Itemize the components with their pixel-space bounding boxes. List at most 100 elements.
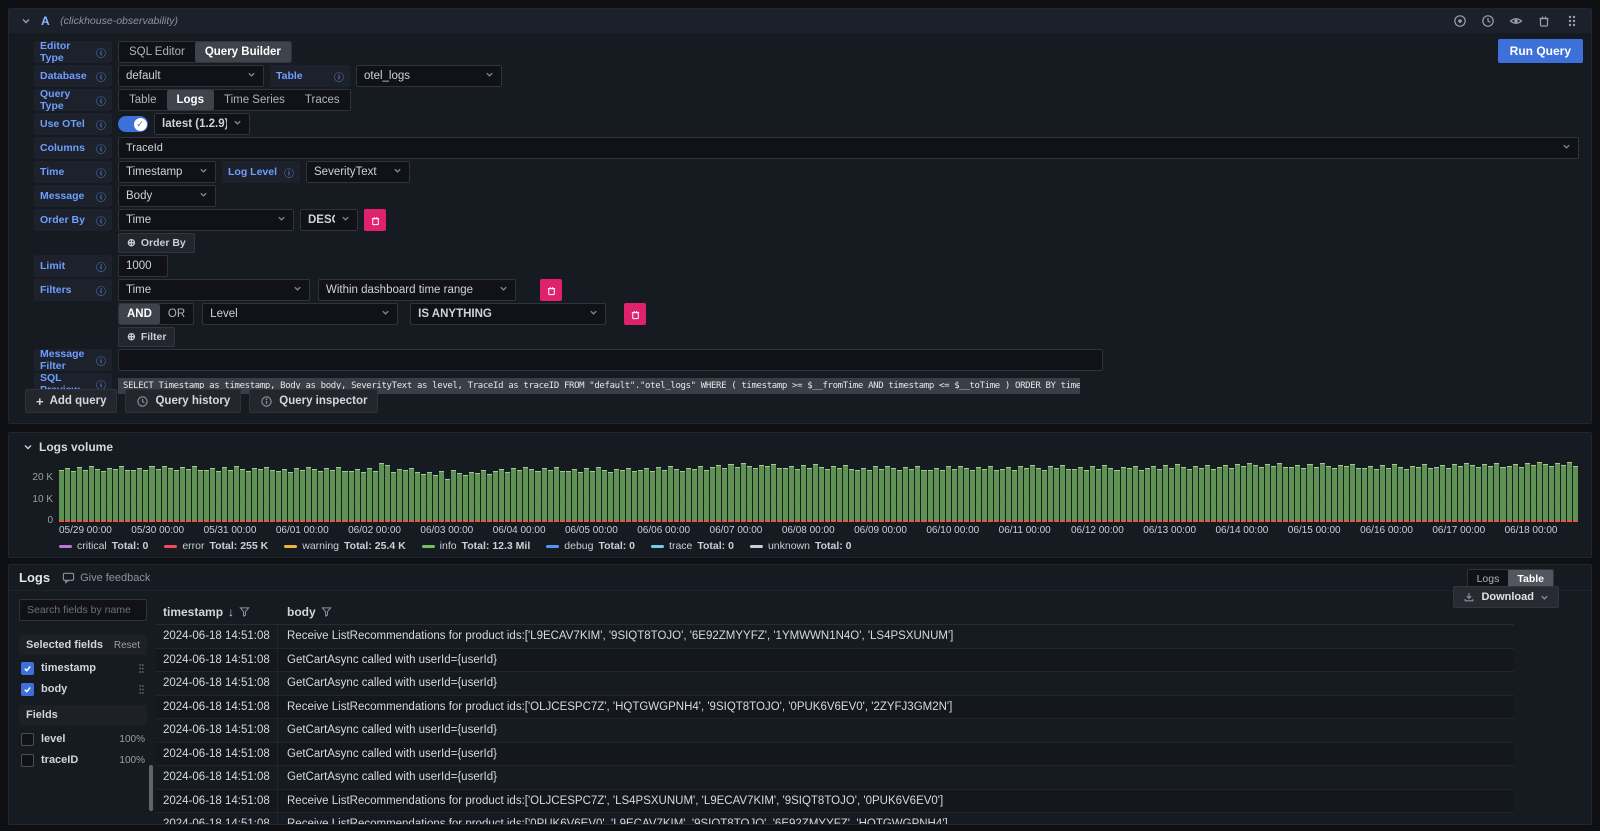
and-option[interactable]: AND bbox=[119, 304, 160, 324]
query-panel-footer: +Add query Query history Query inspector bbox=[25, 389, 378, 413]
volume-bar bbox=[324, 468, 329, 522]
log-level-select[interactable]: SeverityText bbox=[306, 161, 410, 183]
filter1-operator-select[interactable]: Within dashboard time range bbox=[318, 279, 516, 301]
table-select[interactable]: otel_logs bbox=[356, 65, 502, 87]
volume-bar bbox=[1392, 464, 1397, 522]
search-fields-input[interactable] bbox=[19, 599, 147, 621]
database-select[interactable]: default bbox=[118, 65, 264, 87]
legend-item-info[interactable]: infoTotal: 12.3 Mil bbox=[422, 540, 531, 552]
add-filter-button[interactable]: ⊕Filter bbox=[118, 327, 175, 347]
order-direction-select[interactable]: DESC bbox=[300, 209, 358, 231]
order-by-field-select[interactable]: Time bbox=[118, 209, 294, 231]
drag-handle-icon[interactable] bbox=[138, 684, 145, 695]
query-inspector-button[interactable]: Query inspector bbox=[249, 389, 378, 413]
add-query-button[interactable]: +Add query bbox=[25, 389, 117, 413]
database-row: Databaseⓘ default Tableⓘ otel_logs bbox=[34, 65, 1583, 87]
reset-button[interactable]: Reset bbox=[114, 640, 140, 651]
checkbox-unchecked-icon[interactable] bbox=[21, 754, 34, 767]
checkbox-unchecked-icon[interactable] bbox=[21, 733, 34, 746]
available-field-level[interactable]: level100% bbox=[19, 731, 147, 747]
table-row[interactable]: 2024-06-18 14:51:08GetCartAsync called w… bbox=[156, 649, 1514, 673]
filter-funnel-icon[interactable] bbox=[239, 606, 250, 617]
table-row[interactable]: 2024-06-18 14:51:08Receive ListRecommend… bbox=[156, 790, 1514, 814]
filter2-field-select[interactable]: Level bbox=[202, 303, 398, 325]
chart-legend: criticalTotal: 0 errorTotal: 255 K warning… bbox=[59, 540, 1577, 552]
give-feedback-link[interactable]: Give feedback bbox=[62, 571, 150, 584]
column-header-body[interactable]: body bbox=[278, 605, 332, 619]
selected-field-body[interactable]: body bbox=[19, 681, 147, 697]
tab-logs[interactable]: Logs bbox=[167, 90, 214, 110]
use-otel-label: Use OTelⓘ bbox=[34, 113, 112, 135]
tab-time-series[interactable]: Time Series bbox=[214, 90, 295, 110]
checkbox-checked-icon[interactable] bbox=[21, 662, 34, 675]
view-option-table[interactable]: Table bbox=[1508, 570, 1553, 587]
limit-input[interactable]: 1000 bbox=[118, 255, 168, 277]
query-history-button[interactable]: Query history bbox=[125, 389, 241, 413]
volume-bar bbox=[529, 469, 534, 522]
y-axis-tick: 20 K bbox=[23, 472, 53, 483]
drag-handle-icon[interactable] bbox=[1565, 14, 1579, 28]
tab-query-builder[interactable]: Query Builder bbox=[195, 42, 291, 62]
message-column-select[interactable]: Body bbox=[118, 185, 216, 207]
columns-multiselect[interactable]: TraceId bbox=[118, 137, 1579, 159]
table-row[interactable]: 2024-06-18 14:51:08GetCartAsync called w… bbox=[156, 766, 1514, 790]
download-button[interactable]: Download bbox=[1453, 586, 1559, 608]
message-filter-input[interactable] bbox=[118, 349, 1103, 371]
legend-item-warning[interactable]: warningTotal: 25.4 K bbox=[284, 540, 405, 552]
legend-item-critical[interactable]: criticalTotal: 0 bbox=[59, 540, 148, 552]
table-row[interactable]: 2024-06-18 14:51:08Receive ListRecommend… bbox=[156, 625, 1514, 649]
tab-sql-editor[interactable]: SQL Editor bbox=[119, 42, 195, 62]
trash-icon[interactable] bbox=[1537, 14, 1551, 28]
view-option-logs[interactable]: Logs bbox=[1468, 570, 1509, 587]
legend-item-unknown[interactable]: unknownTotal: 0 bbox=[750, 540, 852, 552]
volume-bar bbox=[107, 468, 112, 522]
duplicate-query-icon[interactable] bbox=[1453, 14, 1467, 28]
volume-bar bbox=[156, 469, 161, 522]
selected-field-timestamp[interactable]: timestamp bbox=[19, 660, 147, 676]
logs-volume-chart[interactable]: 20 K 10 K 0 bbox=[23, 460, 1577, 522]
or-option[interactable]: OR bbox=[160, 304, 193, 324]
remove-order-by-button[interactable] bbox=[364, 209, 386, 231]
table-row[interactable]: 2024-06-18 14:51:08GetCartAsync called w… bbox=[156, 672, 1514, 696]
otel-version-select[interactable]: latest (1.2.9) bbox=[154, 113, 250, 135]
history-clock-icon[interactable] bbox=[1481, 14, 1495, 28]
table-row[interactable]: 2024-06-18 14:51:08Receive ListRecommend… bbox=[156, 696, 1514, 720]
tab-traces[interactable]: Traces bbox=[295, 90, 350, 110]
eye-icon[interactable] bbox=[1509, 14, 1523, 28]
legend-item-debug[interactable]: debugTotal: 0 bbox=[546, 540, 635, 552]
available-field-traceID[interactable]: traceID100% bbox=[19, 752, 147, 768]
filter1-field-select[interactable]: Time bbox=[118, 279, 310, 301]
table-row[interactable]: 2024-06-18 14:51:08GetCartAsync called w… bbox=[156, 719, 1514, 743]
drag-handle-icon[interactable] bbox=[138, 663, 145, 674]
volume-bar bbox=[1181, 467, 1186, 522]
table-row[interactable]: 2024-06-18 14:51:08Receive ListRecommend… bbox=[156, 813, 1514, 825]
legend-item-trace[interactable]: traceTotal: 0 bbox=[651, 540, 734, 552]
column-header-timestamp[interactable]: timestamp ↓ bbox=[156, 605, 278, 619]
collapse-chevron-icon[interactable] bbox=[21, 16, 31, 26]
run-query-button[interactable]: Run Query bbox=[1498, 39, 1583, 63]
volume-bar bbox=[921, 470, 926, 522]
query-row-header[interactable]: A (clickhouse-observability) bbox=[9, 9, 1591, 33]
volume-bar bbox=[674, 469, 679, 522]
tab-table[interactable]: Table bbox=[119, 90, 167, 110]
filter2-operator-select[interactable]: IS ANYTHING bbox=[410, 303, 606, 325]
legend-label: info bbox=[440, 540, 457, 552]
history-icon bbox=[136, 395, 149, 408]
checkbox-checked-icon[interactable] bbox=[21, 683, 34, 696]
use-otel-toggle[interactable]: ✓ bbox=[118, 116, 148, 132]
info-icon: ⓘ bbox=[96, 141, 106, 156]
x-axis-ticks: 05/29 00:0005/30 00:0005/31 00:0006/01 0… bbox=[59, 525, 1577, 536]
volume-bar bbox=[1519, 467, 1524, 522]
time-column-select[interactable]: Timestamp bbox=[118, 161, 216, 183]
remove-filter2-button[interactable] bbox=[624, 303, 646, 325]
logs-volume-header[interactable]: Logs volume bbox=[23, 439, 1577, 455]
sidebar-scrollbar[interactable] bbox=[149, 765, 153, 811]
cell-timestamp: 2024-06-18 14:51:08 bbox=[156, 649, 278, 672]
legend-item-error[interactable]: errorTotal: 255 K bbox=[164, 540, 268, 552]
filter-funnel-icon[interactable] bbox=[321, 606, 332, 617]
sort-desc-icon[interactable]: ↓ bbox=[228, 605, 234, 619]
remove-filter1-button[interactable] bbox=[540, 279, 562, 301]
add-order-by-button[interactable]: ⊕Order By bbox=[118, 233, 195, 253]
table-row[interactable]: 2024-06-18 14:51:08GetCartAsync called w… bbox=[156, 743, 1514, 767]
chevron-down-icon bbox=[589, 308, 598, 320]
